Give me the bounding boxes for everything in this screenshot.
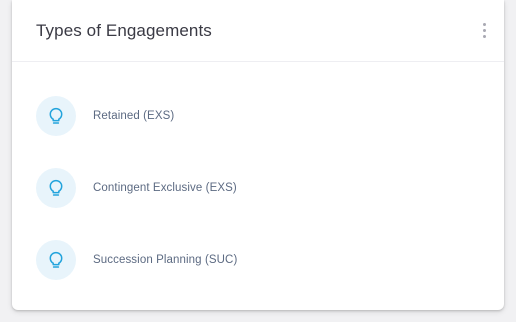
lightbulb-icon bbox=[36, 168, 76, 208]
lightbulb-icon bbox=[36, 240, 76, 280]
kebab-dot bbox=[482, 22, 486, 26]
card-header: Types of Engagements bbox=[12, 0, 504, 62]
engagement-item-succession-planning[interactable]: Succession Planning (SUC) bbox=[36, 240, 237, 280]
engagement-item-contingent-exclusive[interactable]: Contingent Exclusive (EXS) bbox=[36, 168, 237, 208]
engagement-label: Succession Planning (SUC) bbox=[93, 254, 238, 266]
engagement-item-retained[interactable]: Retained (EXS) bbox=[36, 96, 174, 136]
engagement-label: Contingent Exclusive (EXS) bbox=[93, 182, 237, 194]
more-options-icon[interactable] bbox=[476, 18, 492, 42]
kebab-dot bbox=[482, 28, 486, 32]
kebab-dot bbox=[482, 34, 486, 38]
card-title: Types of Engagements bbox=[36, 21, 212, 40]
engagement-label: Retained (EXS) bbox=[93, 110, 175, 122]
engagement-types-card: Types of Engagements Retained (EXS) Cont… bbox=[12, 0, 504, 310]
lightbulb-icon bbox=[36, 96, 76, 136]
